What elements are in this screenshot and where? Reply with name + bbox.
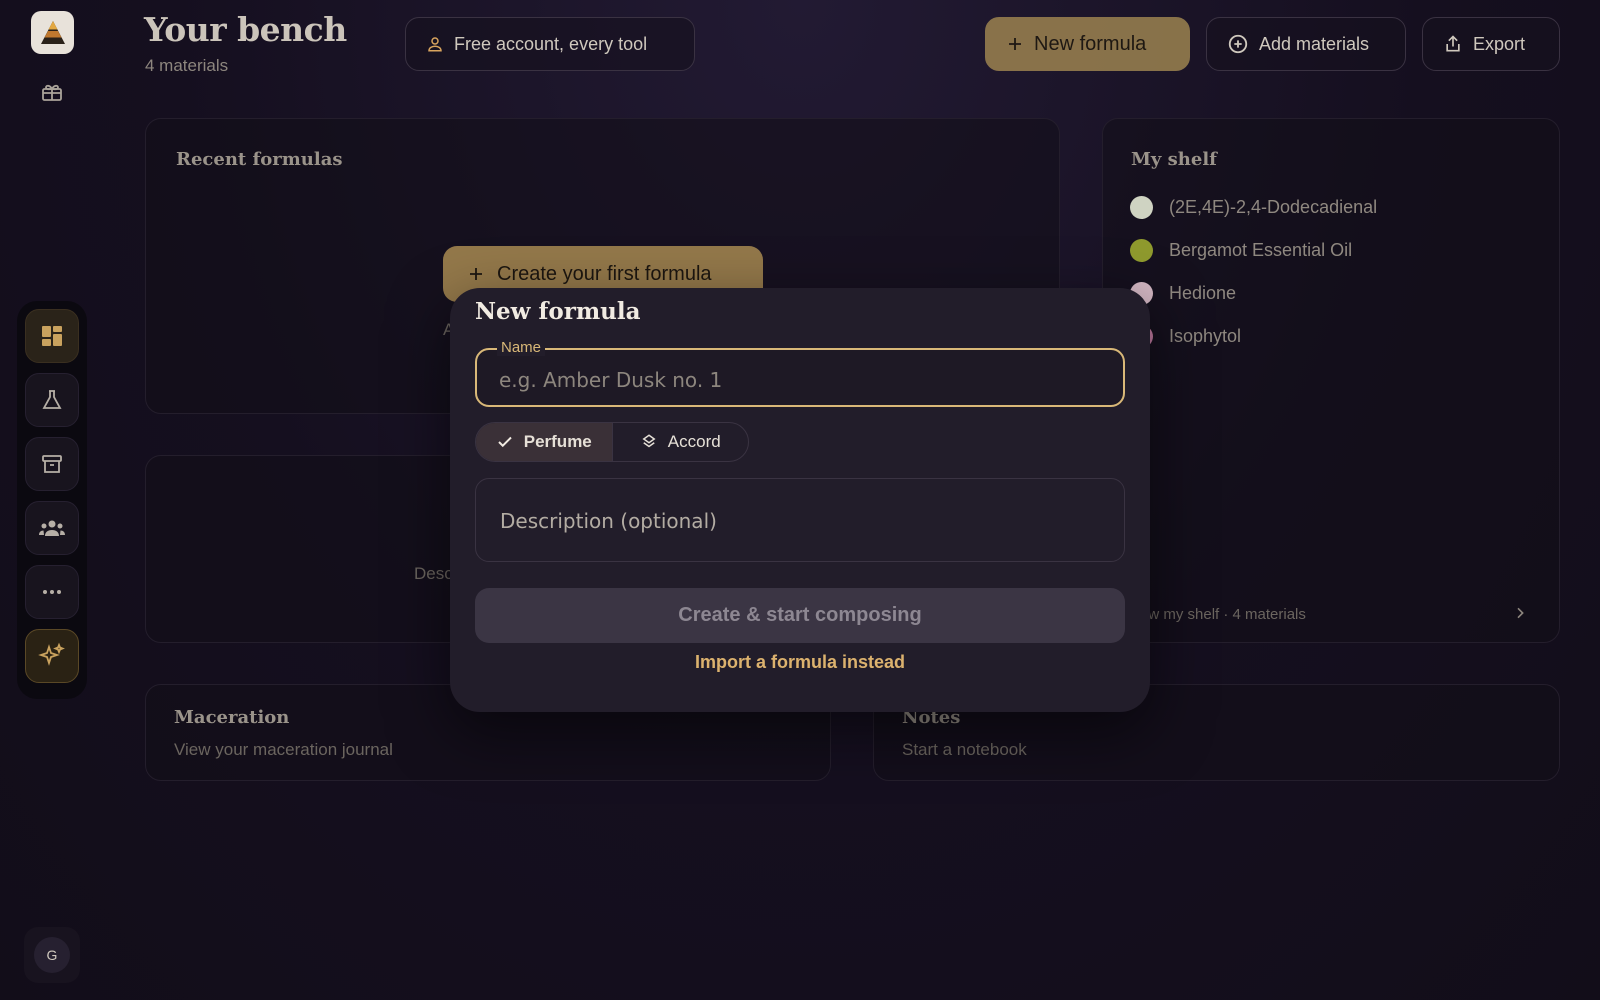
avatar-initial: G	[34, 937, 70, 973]
main-nav	[17, 301, 87, 699]
view-shelf-link[interactable]: ew my shelf · 4 materials	[1140, 606, 1306, 623]
nav-community[interactable]	[25, 501, 79, 555]
maceration-title: Maceration	[174, 707, 290, 728]
dialog-title: New formula	[475, 298, 641, 325]
dashboard-icon	[42, 326, 62, 346]
material-name: Bergamot Essential Oil	[1169, 240, 1353, 260]
account-button[interactable]: Free account, every tool	[405, 17, 695, 71]
check-icon	[498, 436, 512, 448]
export-label: Export	[1473, 33, 1526, 54]
secondary-card: Desc	[145, 455, 465, 643]
import-formula-link[interactable]: Import a formula instead	[450, 652, 1150, 673]
my-shelf-title: My shelf	[1131, 149, 1217, 170]
maceration-subtitle: View your maceration journal	[174, 740, 393, 759]
description-input[interactable]	[500, 507, 1100, 535]
nav-ai-assistant[interactable]	[25, 629, 79, 683]
app-logo[interactable]	[31, 11, 74, 54]
nav-more[interactable]	[25, 565, 79, 619]
page-title: Your bench	[144, 10, 347, 49]
plus-circle-icon	[1228, 34, 1248, 54]
new-formula-dialog: New formula Name Perfume Accord Create &…	[450, 288, 1150, 712]
notes-subtitle: Start a notebook	[902, 740, 1027, 759]
export-icon	[1446, 35, 1460, 52]
shelf-item[interactable]: Isophytol	[1130, 315, 1377, 358]
user-icon	[428, 37, 442, 52]
recent-formulas-title: Recent formulas	[176, 149, 343, 170]
pyramid-logo-icon	[40, 20, 65, 44]
sparkle-icon	[38, 642, 65, 666]
secondary-desc-fragment: Desc	[414, 564, 453, 583]
material-name: Isophytol	[1169, 326, 1242, 346]
shelf-list: (2E,4E)-2,4-Dodecadienal Bergamot Essent…	[1130, 186, 1377, 358]
materials-count: 4 materials	[145, 56, 229, 75]
create-start-composing-button[interactable]: Create & start composing	[475, 588, 1125, 643]
type-option-label: Perfume	[523, 432, 592, 451]
plus-icon	[1009, 38, 1021, 50]
shelf-item[interactable]: Hedione	[1130, 272, 1377, 315]
more-dots-icon	[43, 590, 61, 594]
flask-icon	[42, 390, 62, 409]
material-swatch	[1130, 196, 1153, 219]
account-label: Free account, every tool	[454, 33, 648, 54]
nav-dashboard[interactable]	[25, 309, 79, 363]
chevron-right-icon[interactable]	[1512, 605, 1528, 621]
material-name: Hedione	[1169, 283, 1237, 303]
people-icon	[39, 520, 65, 536]
material-name: (2E,4E)-2,4-Dodecadienal	[1169, 197, 1378, 217]
shelf-item[interactable]: (2E,4E)-2,4-Dodecadienal	[1130, 186, 1377, 229]
plus-icon	[470, 268, 482, 280]
nav-lab[interactable]	[25, 373, 79, 427]
add-materials-label: Add materials	[1259, 33, 1370, 54]
description-field	[475, 478, 1125, 562]
material-swatch	[1130, 239, 1153, 262]
name-field: Name	[475, 339, 1125, 407]
gift-icon[interactable]	[40, 80, 64, 104]
type-option-perfume[interactable]: Perfume	[476, 423, 613, 461]
layers-icon	[642, 434, 656, 448]
name-input[interactable]	[499, 366, 1099, 394]
add-materials-button[interactable]: Add materials	[1206, 17, 1406, 71]
type-option-accord[interactable]: Accord	[613, 423, 749, 461]
type-option-label: Accord	[667, 432, 721, 451]
user-avatar[interactable]: G	[24, 927, 80, 983]
formula-type-toggle: Perfume Accord	[475, 422, 749, 462]
new-formula-button[interactable]: New formula	[985, 17, 1190, 71]
name-label: Name	[497, 339, 546, 356]
archive-icon	[42, 455, 62, 473]
nav-archive[interactable]	[25, 437, 79, 491]
shelf-item[interactable]: Bergamot Essential Oil	[1130, 229, 1377, 272]
export-button[interactable]: Export	[1422, 17, 1560, 71]
new-formula-label: New formula	[1034, 32, 1147, 55]
create-first-formula-label: Create your first formula	[497, 262, 712, 285]
